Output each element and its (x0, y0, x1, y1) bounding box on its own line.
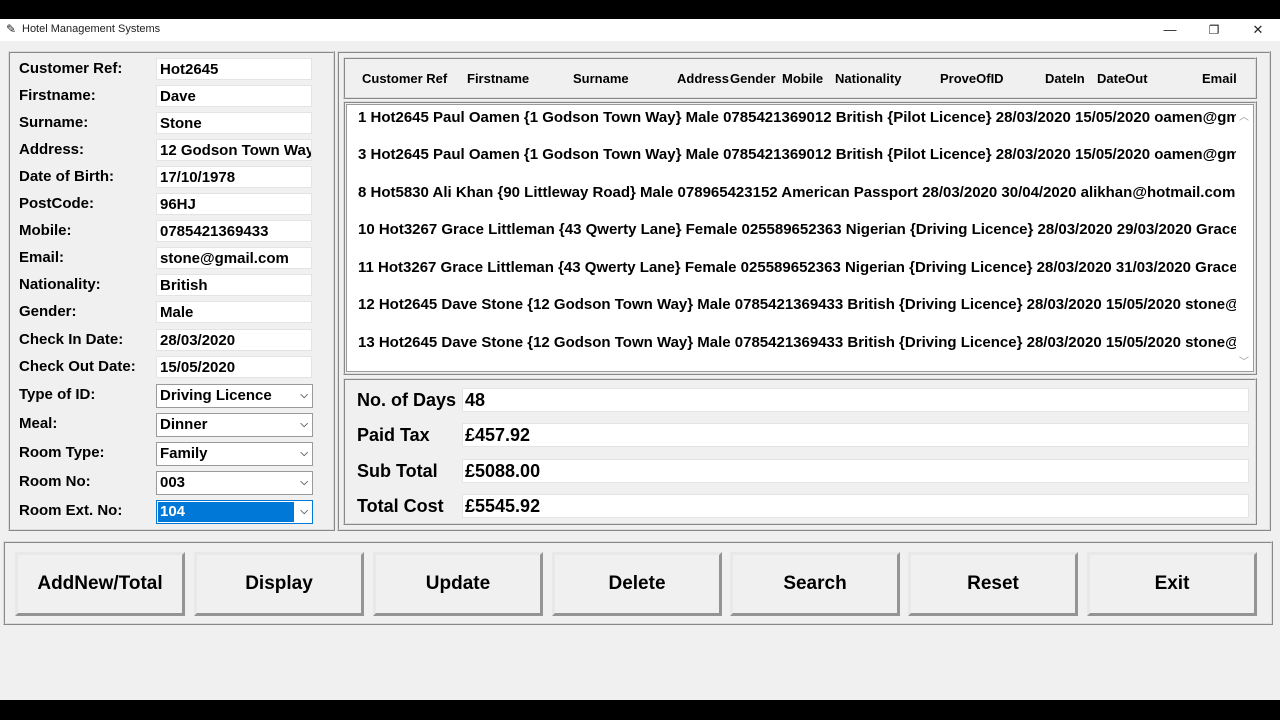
list-item[interactable]: 12 Hot2645 Dave Stone {12 Godson Town Wa… (358, 296, 1253, 313)
header-surname: Surname (573, 71, 629, 86)
label-surname: Surname: (19, 114, 89, 131)
minimize-button[interactable]: — (1148, 19, 1192, 41)
total-cost-input[interactable]: £5545.92 (462, 494, 1249, 518)
header-mobile: Mobile (782, 71, 824, 86)
label-room-type: Room Type: (19, 444, 105, 461)
check-in-date-input[interactable]: 28/03/2020 (156, 329, 312, 351)
room-type-select[interactable]: Family ⌵ (156, 442, 313, 466)
records-listbox[interactable]: 1 Hot2645 Paul Oamen {1 Godson Town Way}… (346, 104, 1254, 372)
label-email: Email: (19, 249, 65, 266)
display-button[interactable]: Display (194, 552, 364, 616)
search-button[interactable]: Search (730, 552, 900, 616)
email-input[interactable]: stone@gmail.com (156, 247, 312, 269)
list-item[interactable]: 1 Hot2645 Paul Oamen {1 Godson Town Way}… (358, 109, 1253, 126)
label-firstname: Firstname: (19, 87, 96, 104)
label-no-of-days: No. of Days (357, 390, 457, 410)
header-datein: DateIn (1045, 71, 1085, 86)
paid-tax-input[interactable]: £457.92 (462, 423, 1249, 447)
chevron-down-icon[interactable]: ⌵ (300, 414, 308, 436)
chevron-down-icon[interactable]: ⌵ (300, 443, 308, 465)
header-proveofid: ProveOfID (940, 71, 1004, 86)
header-firstname: Firstname (467, 71, 530, 86)
room-type-value: Family (160, 445, 208, 462)
meal-select[interactable]: Dinner ⌵ (156, 413, 313, 437)
surname-input[interactable]: Stone (156, 112, 312, 134)
sub-total-input[interactable]: £5088.00 (462, 459, 1249, 483)
label-total-cost: Total Cost (357, 496, 444, 516)
scroll-up-icon[interactable]: ︿ (1239, 108, 1249, 123)
room-ext-no-value: 104 (158, 502, 294, 522)
postcode-input[interactable]: 96HJ (156, 193, 312, 215)
list-item[interactable]: 3 Hot2645 Paul Oamen {1 Godson Town Way}… (358, 146, 1253, 163)
firstname-input[interactable]: Dave (156, 85, 312, 107)
label-room-no: Room No: (19, 473, 91, 490)
label-type-of-id: Type of ID: (19, 386, 96, 403)
header-nationality: Nationality (835, 71, 902, 86)
close-button[interactable]: ✕ (1236, 19, 1280, 41)
room-ext-no-select[interactable]: 104 ⌵ (156, 500, 313, 524)
label-gender: Gender: (19, 303, 77, 320)
exit-button[interactable]: Exit (1087, 552, 1257, 616)
customer-ref-input[interactable]: Hot2645 (156, 58, 312, 80)
header-email: Email (1202, 71, 1237, 86)
update-button[interactable]: Update (373, 552, 543, 616)
label-sub-total: Sub Total (357, 461, 438, 481)
chevron-down-icon[interactable]: ⌵ (300, 472, 308, 494)
label-meal: Meal: (19, 415, 58, 432)
address-input[interactable]: 12 Godson Town Way (156, 139, 312, 161)
column-header-frame: Customer Ref Firstname Surname Address G… (343, 57, 1257, 99)
reset-button[interactable]: Reset (908, 552, 1078, 616)
window-title: Hotel Management Systems (22, 23, 161, 35)
label-room-ext-no: Room Ext. No: (19, 502, 123, 519)
gender-input[interactable]: Male (156, 301, 312, 323)
delete-button[interactable]: Delete (552, 552, 722, 616)
label-nationality: Nationality: (19, 276, 101, 293)
header-address: Address (677, 71, 730, 86)
chevron-down-icon[interactable]: ⌵ (300, 385, 308, 407)
list-item[interactable]: 10 Hot3267 Grace Littleman {43 Qwerty La… (358, 221, 1239, 238)
header-dateout: DateOut (1097, 71, 1148, 86)
label-postcode: PostCode: (19, 195, 94, 212)
date-of-birth-input[interactable]: 17/10/1978 (156, 166, 312, 188)
label-customer-ref: Customer Ref: (19, 60, 123, 77)
scroll-down-icon[interactable]: ﹀ (1239, 353, 1249, 368)
list-item[interactable]: 11 Hot3267 Grace Littleman {43 Qwerty La… (358, 259, 1238, 276)
label-mobile: Mobile: (19, 222, 72, 239)
feather-icon: ✎ (6, 22, 17, 36)
label-paid-tax: Paid Tax (357, 425, 430, 445)
header-gender: Gender (730, 71, 776, 86)
label-check-in-date: Check In Date: (19, 331, 124, 348)
check-out-date-input[interactable]: 15/05/2020 (156, 356, 312, 378)
label-date-of-birth: Date of Birth: (19, 168, 114, 185)
add-new-total-button[interactable]: AddNew/Total (15, 552, 185, 616)
room-no-value: 003 (160, 474, 186, 491)
title-bar[interactable]: ✎ Hotel Management Systems — ❐ ✕ (0, 19, 1280, 41)
restore-button[interactable]: ❐ (1192, 19, 1236, 41)
vertical-scrollbar[interactable]: ︿ ﹀ (1236, 105, 1253, 371)
mobile-input[interactable]: 0785421369433 (156, 220, 312, 242)
label-check-out-date: Check Out Date: (19, 358, 136, 375)
label-address: Address: (19, 141, 85, 158)
nationality-input[interactable]: British (156, 274, 312, 296)
chevron-down-icon[interactable]: ⌵ (300, 501, 308, 523)
list-item[interactable]: 8 Hot5830 Ali Khan {90 Littleway Road} M… (358, 184, 1235, 201)
type-of-id-select[interactable]: Driving Licence ⌵ (156, 384, 313, 408)
meal-value: Dinner (160, 416, 208, 433)
header-customer-ref: Customer Ref (362, 71, 448, 86)
type-of-id-value: Driving Licence (160, 387, 272, 404)
room-no-select[interactable]: 003 ⌵ (156, 471, 313, 495)
no-of-days-input[interactable]: 48 (462, 388, 1249, 412)
list-item[interactable]: 13 Hot2645 Dave Stone {12 Godson Town Wa… (358, 334, 1253, 351)
